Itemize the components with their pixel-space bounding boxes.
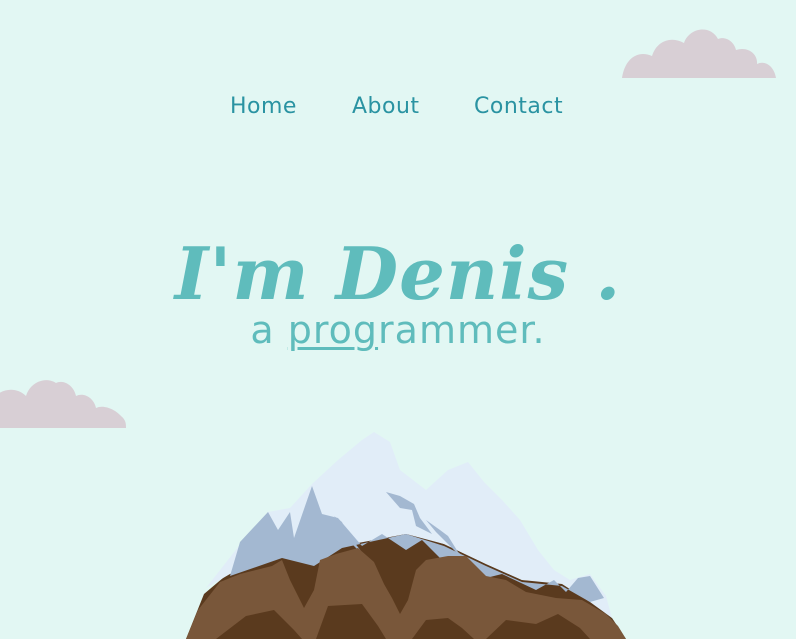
nav-link-about[interactable]: About [352, 90, 420, 124]
nav-link-home[interactable]: Home [230, 90, 297, 124]
subtitle-underlined-text: prog [287, 308, 379, 352]
subtitle-suffix: rammer. [378, 308, 546, 352]
hero-subtitle: a programmer. [0, 304, 796, 356]
cloud-icon [622, 29, 776, 78]
landing-page: Home About Contact I'm Denis . a program… [0, 0, 796, 639]
subtitle-prefix: a [250, 308, 288, 352]
cloud-icon [0, 380, 126, 428]
mountain-illustration [186, 432, 626, 639]
nav-link-contact[interactable]: Contact [474, 90, 563, 124]
main-nav: Home About Contact [0, 90, 796, 124]
